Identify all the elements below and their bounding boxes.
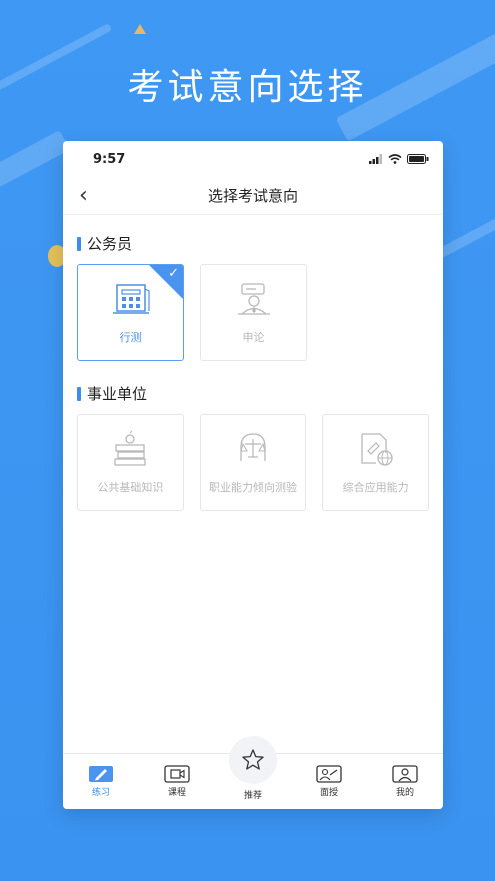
tab-mine[interactable]: 我的 bbox=[367, 754, 443, 809]
card-group: ✓ 行测 申论 bbox=[77, 264, 429, 361]
tab-label: 练习 bbox=[91, 788, 110, 798]
document-globe-icon bbox=[361, 432, 393, 466]
option-card-xingce[interactable]: ✓ 行测 bbox=[77, 264, 184, 361]
decor-triangle bbox=[134, 24, 146, 34]
books-icon bbox=[114, 430, 146, 466]
section-title-text: 公务员 bbox=[87, 235, 133, 253]
speaker-icon bbox=[237, 282, 270, 315]
nav-bar: ‹ 选择考试意向 bbox=[63, 177, 443, 215]
tab-label: 面授 bbox=[319, 788, 338, 798]
star-icon bbox=[242, 749, 264, 770]
card-label: 公共基础知识 bbox=[97, 480, 164, 494]
card-group: 公共基础知识 职业能力倾向测验 综合应用能力 bbox=[77, 414, 430, 511]
option-card-shenlun[interactable]: 申论 bbox=[200, 264, 307, 361]
tab-bar: 练习 课程 推荐 面授 我的 bbox=[63, 736, 443, 809]
tab-label: 课程 bbox=[167, 788, 186, 798]
check-icon: ✓ bbox=[168, 266, 179, 281]
video-icon bbox=[164, 765, 190, 783]
option-card-basic-knowledge[interactable]: 公共基础知识 bbox=[77, 414, 184, 511]
teacher-board-icon bbox=[316, 765, 342, 783]
pencil-icon bbox=[89, 766, 113, 782]
option-card-aptitude-test[interactable]: 职业能力倾向测验 bbox=[199, 414, 307, 511]
user-icon bbox=[392, 765, 418, 783]
tab-courses[interactable]: 课程 bbox=[139, 754, 215, 809]
signal-icon bbox=[369, 154, 382, 164]
status-bar: 9:57 bbox=[63, 141, 443, 177]
battery-icon bbox=[407, 154, 429, 164]
phone-frame: 9:57 ‹ 选择考试意向 公务员 ✓ 行测 申论 事业单位 公共基础知识 职业… bbox=[63, 141, 443, 809]
card-label: 职业能力倾向测验 bbox=[209, 480, 297, 494]
section-civil-servant: 公务员 ✓ 行测 申论 bbox=[63, 233, 443, 361]
status-time: 9:57 bbox=[93, 151, 126, 167]
section-title: 事业单位 bbox=[77, 383, 429, 404]
section-title-text: 事业单位 bbox=[87, 385, 148, 403]
tab-label: 推荐 bbox=[243, 791, 262, 801]
section-title: 公务员 bbox=[77, 233, 429, 254]
tab-recommend[interactable]: 推荐 bbox=[215, 736, 291, 809]
center-bump bbox=[229, 736, 277, 784]
back-icon[interactable]: ‹ bbox=[79, 183, 88, 208]
card-label: 申论 bbox=[242, 330, 265, 344]
background-streak bbox=[0, 130, 70, 192]
tab-practice[interactable]: 练习 bbox=[63, 754, 139, 809]
brain-balance-icon bbox=[240, 432, 266, 461]
status-icons bbox=[369, 154, 429, 164]
card-label: 综合应用能力 bbox=[342, 480, 409, 494]
hero-title: 考试意向选择 bbox=[127, 67, 368, 108]
option-card-comprehensive[interactable]: 综合应用能力 bbox=[322, 414, 430, 511]
card-label: 行测 bbox=[119, 330, 142, 344]
section-bar bbox=[77, 236, 81, 251]
tab-face-to-face[interactable]: 面授 bbox=[291, 754, 367, 809]
tab-label: 我的 bbox=[395, 788, 414, 798]
building-icon bbox=[112, 283, 150, 314]
section-bar bbox=[77, 386, 81, 401]
section-public-institution: 事业单位 公共基础知识 职业能力倾向测验 综合应用能力 bbox=[63, 383, 443, 511]
page-title: 选择考试意向 bbox=[207, 187, 298, 205]
wifi-icon bbox=[388, 154, 402, 164]
